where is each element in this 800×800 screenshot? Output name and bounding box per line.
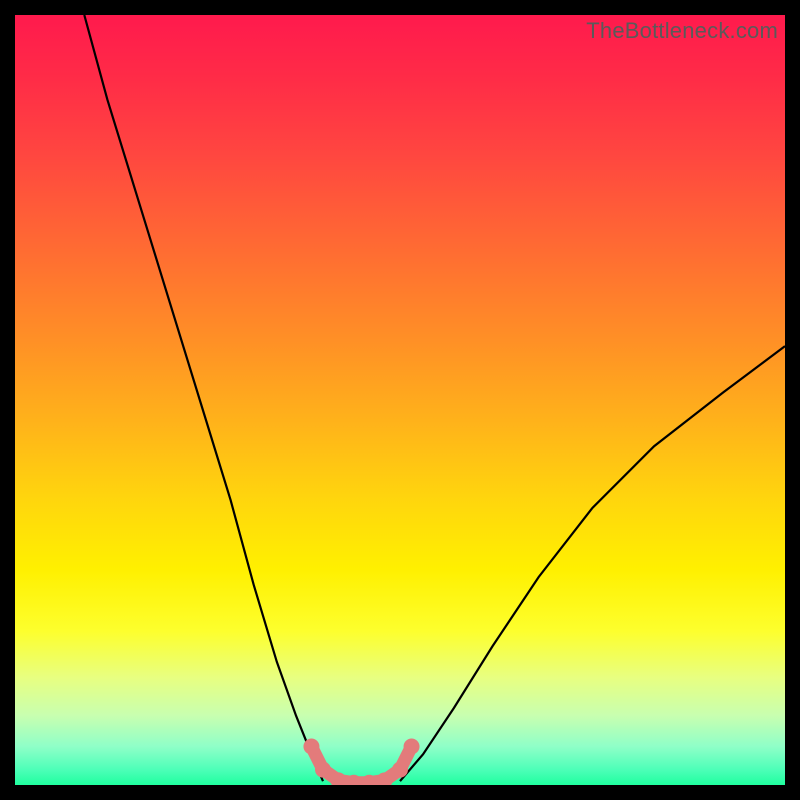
right-curve — [400, 346, 785, 781]
plot-area — [15, 15, 785, 785]
valley-dot — [392, 762, 408, 778]
valley-dot — [404, 739, 420, 755]
watermark-text: TheBottleneck.com — [586, 18, 778, 44]
left-curve — [84, 15, 323, 781]
valley-dot — [315, 762, 331, 778]
chart-frame: TheBottleneck.com — [0, 0, 800, 800]
valley-dot — [303, 739, 319, 755]
curve-layer — [15, 15, 785, 785]
